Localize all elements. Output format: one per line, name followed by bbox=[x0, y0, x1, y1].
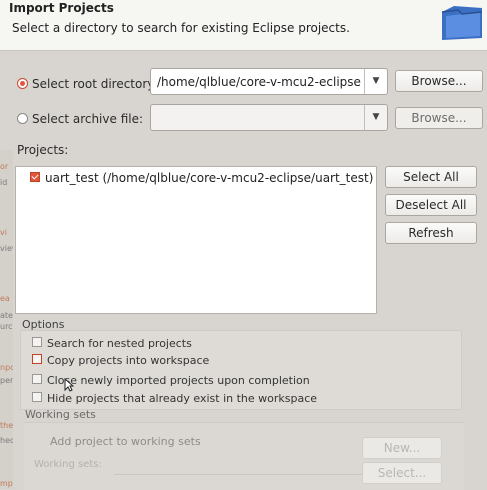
background-window-strip: or id vi view ea ate urce npo pen the he… bbox=[0, 150, 13, 489]
checkbox-checked-icon[interactable] bbox=[30, 172, 40, 182]
dialog-header: Import Projects Select a directory to se… bbox=[0, 0, 487, 51]
select-working-set-button[interactable]: Select... bbox=[362, 462, 442, 484]
dialog-description: Select a directory to search for existin… bbox=[12, 21, 350, 35]
archive-file-label: Select archive file: bbox=[32, 112, 144, 126]
bg-text: vi bbox=[0, 228, 7, 237]
add-to-working-sets-option[interactable]: Add project to working sets bbox=[50, 435, 201, 448]
root-directory-label: Select root directory: bbox=[32, 77, 158, 91]
deselect-all-button[interactable]: Deselect All bbox=[385, 194, 477, 216]
bg-text: the bbox=[0, 421, 13, 430]
bg-text: ea bbox=[0, 294, 10, 303]
hide-existing-label: Hide projects that already exist in the … bbox=[47, 392, 318, 405]
bg-text: view bbox=[0, 244, 13, 253]
bg-text: or bbox=[0, 162, 9, 171]
project-item-label: uart_test (/home/qlblue/core-v-mcu2-ecli… bbox=[45, 171, 374, 185]
copy-into-workspace-label: Copy projects into workspace bbox=[47, 354, 210, 367]
hide-existing-option[interactable]: Hide projects that already exist in the … bbox=[32, 392, 317, 405]
dialog-title: Import Projects bbox=[9, 1, 114, 15]
radio-unselected-icon bbox=[17, 113, 28, 124]
import-folder-icon bbox=[441, 6, 483, 40]
options-group: Search for nested projects Copy projects… bbox=[20, 330, 462, 410]
close-after-import-label: Close newly imported projects upon compl… bbox=[47, 374, 310, 387]
new-working-set-button[interactable]: New... bbox=[362, 437, 442, 459]
select-all-button[interactable]: Select All bbox=[385, 166, 477, 188]
bg-text: mpo bbox=[0, 479, 13, 488]
bg-text: ate bbox=[0, 311, 13, 320]
checkbox-unchecked-icon[interactable] bbox=[32, 392, 42, 402]
working-sets-combo[interactable] bbox=[114, 456, 379, 475]
mouse-cursor-icon bbox=[64, 378, 74, 392]
radio-selected-icon bbox=[17, 78, 28, 89]
archive-file-radio[interactable]: Select archive file: bbox=[17, 112, 143, 126]
chevron-down-icon[interactable]: ▼ bbox=[364, 105, 387, 130]
working-sets-group-label: Working sets bbox=[25, 408, 96, 421]
checkbox-unchecked-icon[interactable] bbox=[32, 337, 42, 347]
projects-list[interactable]: uart_test (/home/qlblue/core-v-mcu2-ecli… bbox=[15, 166, 377, 314]
search-nested-label: Search for nested projects bbox=[47, 337, 192, 350]
working-sets-field-label: Working sets: bbox=[34, 459, 102, 470]
bg-text: heck bbox=[0, 436, 13, 445]
chevron-down-icon[interactable]: ▼ bbox=[364, 69, 387, 94]
project-item-uart-test[interactable]: uart_test (/home/qlblue/core-v-mcu2-ecli… bbox=[30, 171, 373, 185]
archive-file-combo[interactable]: ▼ bbox=[150, 104, 388, 131]
bg-text: npo bbox=[0, 363, 13, 372]
root-directory-radio[interactable]: Select root directory: bbox=[17, 77, 158, 91]
browse-directory-button[interactable]: Browse... bbox=[395, 70, 483, 92]
bg-text: pen bbox=[0, 376, 13, 385]
projects-label: Projects: bbox=[17, 143, 69, 157]
checkbox-unchecked-icon[interactable] bbox=[32, 374, 42, 384]
browse-archive-button[interactable]: Browse... bbox=[395, 107, 483, 129]
bg-text: id bbox=[0, 178, 8, 187]
bg-text: urce bbox=[0, 322, 13, 331]
copy-into-workspace-option[interactable]: Copy projects into workspace bbox=[32, 354, 209, 367]
refresh-button[interactable]: Refresh bbox=[385, 222, 477, 244]
root-directory-combo[interactable]: /home/qlblue/core-v-mcu2-eclipse ▼ bbox=[150, 68, 388, 95]
checkbox-checked-icon[interactable] bbox=[32, 354, 42, 364]
search-nested-option[interactable]: Search for nested projects bbox=[32, 337, 192, 350]
root-directory-value: /home/qlblue/core-v-mcu2-eclipse bbox=[157, 75, 361, 89]
